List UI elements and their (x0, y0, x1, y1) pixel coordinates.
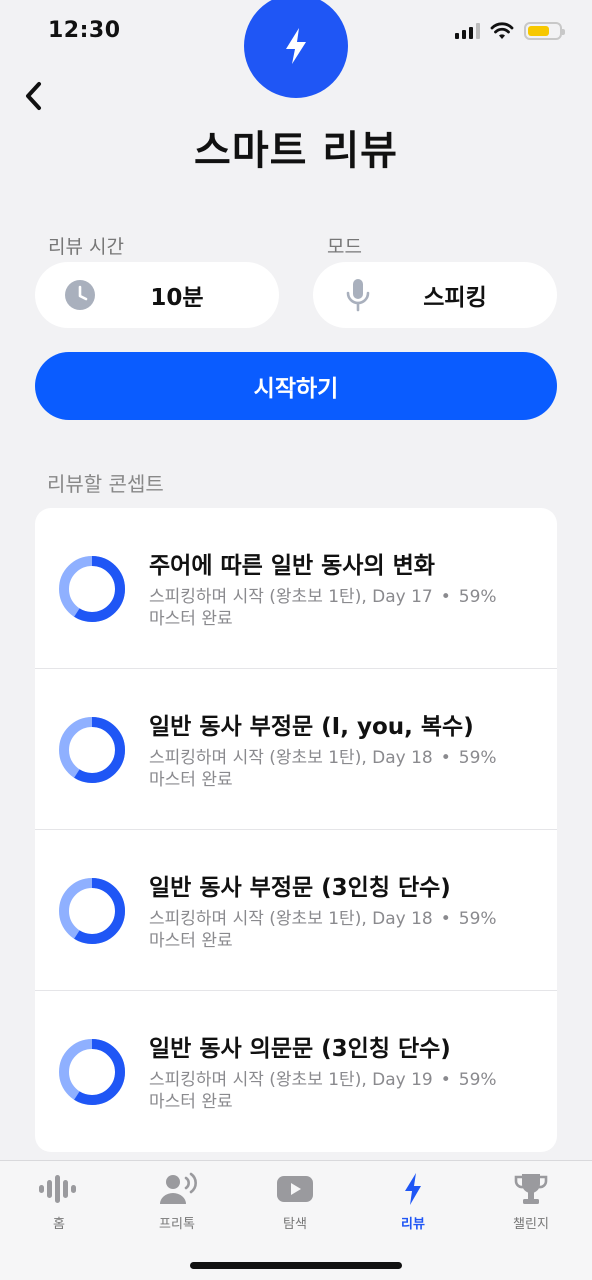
mastery-ring (59, 1039, 125, 1105)
status-indicators (455, 22, 565, 40)
clock-icon (63, 278, 97, 312)
tab-challenge[interactable]: 챌린지 (472, 1171, 590, 1235)
tab-review[interactable]: 리뷰 (354, 1171, 472, 1235)
mode-selector[interactable]: 스피킹 (313, 262, 557, 328)
mastery-ring (59, 878, 125, 944)
tab-label: 탐색 (283, 1217, 307, 1232)
mastery-percent: 59% (458, 587, 497, 607)
battery-icon (524, 22, 565, 40)
review-badge (244, 0, 348, 98)
mastery-suffix: 마스터 완료 (149, 609, 233, 629)
list-item[interactable]: 일반 동사 부정문 (3인칭 단수) 스피킹하며 시작 (왕초보 1탄), Da… (35, 830, 557, 991)
tab-label: 챌린지 (513, 1217, 549, 1232)
tab-explore[interactable]: 탐색 (236, 1171, 354, 1235)
wifi-icon (490, 22, 514, 39)
concept-title: 일반 동사 부정문 (3인칭 단수) (149, 875, 451, 901)
separator-dot: • (440, 909, 451, 929)
mastery-ring (59, 556, 125, 622)
start-button[interactable]: 시작하기 (35, 352, 557, 420)
trophy-icon (509, 1171, 553, 1207)
mastery-suffix: 마스터 완료 (149, 770, 233, 790)
concept-meta: 스피킹하며 시작 (왕초보 1탄), Day 18 • 59% 마스터 완료 (149, 908, 529, 952)
concept-title: 일반 동사 의문문 (3인칭 단수) (149, 1036, 451, 1062)
speaking-person-icon (155, 1171, 199, 1207)
tab-label: 프리톡 (159, 1217, 195, 1232)
mastery-suffix: 마스터 완료 (149, 931, 233, 951)
separator-dot: • (440, 1070, 451, 1090)
list-item[interactable]: 주어에 따른 일반 동사의 변화 스피킹하며 시작 (왕초보 1탄), Day … (35, 508, 557, 669)
concept-meta: 스피킹하며 시작 (왕초보 1탄), Day 19 • 59% 마스터 완료 (149, 1069, 529, 1113)
tab-freetalk[interactable]: 프리톡 (118, 1171, 236, 1235)
microphone-icon (341, 278, 375, 312)
back-button[interactable] (14, 76, 54, 116)
mastery-suffix: 마스터 완료 (149, 1092, 233, 1112)
lightning-icon (391, 1171, 435, 1207)
separator-dot: • (440, 587, 451, 607)
tab-home[interactable]: 홈 (0, 1171, 118, 1235)
concept-source: 스피킹하며 시작 (왕초보 1탄), Day 18 (149, 748, 433, 768)
tab-label: 홈 (53, 1217, 65, 1232)
waveform-icon (37, 1171, 81, 1207)
concept-source: 스피킹하며 시작 (왕초보 1탄), Day 18 (149, 909, 433, 929)
mastery-percent: 59% (458, 909, 497, 929)
concept-source: 스피킹하며 시작 (왕초보 1탄), Day 17 (149, 587, 433, 607)
lightning-icon (286, 28, 306, 64)
cellular-signal-icon (455, 23, 480, 39)
concept-list: 주어에 따른 일반 동사의 변화 스피킹하며 시작 (왕초보 1탄), Day … (35, 508, 557, 1152)
list-item[interactable]: 일반 동사 의문문 (3인칭 단수) 스피킹하며 시작 (왕초보 1탄), Da… (35, 991, 557, 1152)
chevron-left-icon (26, 82, 41, 110)
concept-meta: 스피킹하며 시작 (왕초보 1탄), Day 18 • 59% 마스터 완료 (149, 747, 529, 791)
review-time-label: 리뷰 시간 (48, 236, 124, 258)
mastery-percent: 59% (458, 748, 497, 768)
play-icon (273, 1171, 317, 1207)
concept-title: 일반 동사 부정문 (I, you, 복수) (149, 714, 474, 740)
list-item[interactable]: 일반 동사 부정문 (I, you, 복수) 스피킹하며 시작 (왕초보 1탄)… (35, 669, 557, 830)
home-indicator (190, 1262, 402, 1269)
tab-label: 리뷰 (401, 1217, 425, 1232)
status-time: 12:30 (48, 18, 121, 43)
separator-dot: • (440, 748, 451, 768)
smart-review-screen: 12:30 스마트 리뷰 리뷰 시간 모드 10분 스피킹 시작하기 리뷰할 콘… (0, 0, 592, 1280)
mastery-percent: 59% (458, 1070, 497, 1090)
mastery-ring (59, 717, 125, 783)
concept-title: 주어에 따른 일반 동사의 변화 (149, 553, 435, 579)
concept-meta: 스피킹하며 시작 (왕초보 1탄), Day 17 • 59% 마스터 완료 (149, 586, 529, 630)
page-title: 스마트 리뷰 (194, 128, 398, 174)
mode-label: 모드 (327, 236, 362, 258)
concept-source: 스피킹하며 시작 (왕초보 1탄), Day 19 (149, 1070, 433, 1090)
concepts-section-label: 리뷰할 콘셉트 (47, 472, 164, 496)
review-time-selector[interactable]: 10분 (35, 262, 279, 328)
